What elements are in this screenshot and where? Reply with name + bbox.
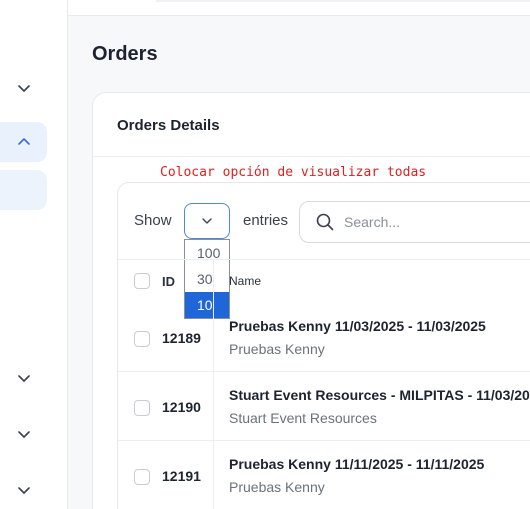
sidebar-expand-toggle[interactable]: [0, 358, 47, 398]
chevron-up-icon: [17, 138, 30, 145]
page-title: Orders: [92, 43, 158, 65]
search-icon: [316, 213, 334, 231]
top-bar: [68, 0, 530, 16]
sidebar-item-orders[interactable]: [0, 170, 47, 210]
sidebar-collapse-toggle[interactable]: [0, 122, 47, 162]
order-customer: Stuart Event Resources: [229, 410, 377, 426]
column-header-name[interactable]: Name: [229, 274, 261, 288]
order-customer: Pruebas Kenny: [229, 341, 325, 357]
row-checkbox[interactable]: [134, 400, 150, 416]
sidebar-expand-toggle[interactable]: [0, 470, 47, 509]
order-name-link[interactable]: Stuart Event Resources - MILPITAS - 11/0…: [229, 387, 530, 403]
page-size-option-10[interactable]: 10: [185, 292, 229, 318]
chevron-down-icon: [17, 375, 30, 382]
card-divider: [93, 156, 530, 157]
order-id: 12191: [162, 468, 201, 484]
search-box: [299, 201, 530, 243]
top-bar-segment: [156, 0, 530, 2]
order-name-link[interactable]: Pruebas Kenny 11/11/2025 - 11/11/2025: [229, 456, 484, 472]
page-size-select[interactable]: [184, 203, 230, 239]
order-id: 12189: [162, 330, 201, 346]
order-name-link[interactable]: Pruebas Kenny 11/03/2025 - 11/03/2025: [229, 318, 486, 334]
column-header-id[interactable]: ID: [162, 274, 175, 289]
row-checkbox[interactable]: [134, 331, 150, 347]
show-label: Show: [134, 212, 172, 229]
chevron-down-icon: [17, 487, 30, 494]
table-header-divider: [118, 259, 530, 260]
sidebar-expand-toggle[interactable]: [0, 68, 47, 108]
page-size-option-30[interactable]: 30: [185, 266, 229, 292]
card-title: Orders Details: [117, 117, 220, 134]
chevron-down-icon: [17, 431, 30, 438]
select-all-checkbox[interactable]: [134, 273, 150, 289]
row-checkbox[interactable]: [134, 469, 150, 485]
chevron-down-icon: [202, 218, 212, 224]
row-divider: [118, 440, 530, 441]
search-input[interactable]: [344, 202, 524, 242]
order-customer: Pruebas Kenny: [229, 479, 325, 495]
chevron-down-icon: [17, 85, 30, 92]
row-divider: [118, 371, 530, 372]
page-size-option-100[interactable]: 100: [185, 240, 229, 266]
sidebar: [0, 0, 68, 509]
page-size-dropdown: 100 30 10: [184, 239, 230, 319]
order-id: 12190: [162, 399, 201, 415]
sidebar-expand-toggle[interactable]: [0, 414, 47, 454]
entries-label: entries: [243, 212, 289, 229]
id-column-divider: [213, 260, 214, 509]
annotation-note: Colocar opción de visualizar todas: [160, 165, 427, 180]
